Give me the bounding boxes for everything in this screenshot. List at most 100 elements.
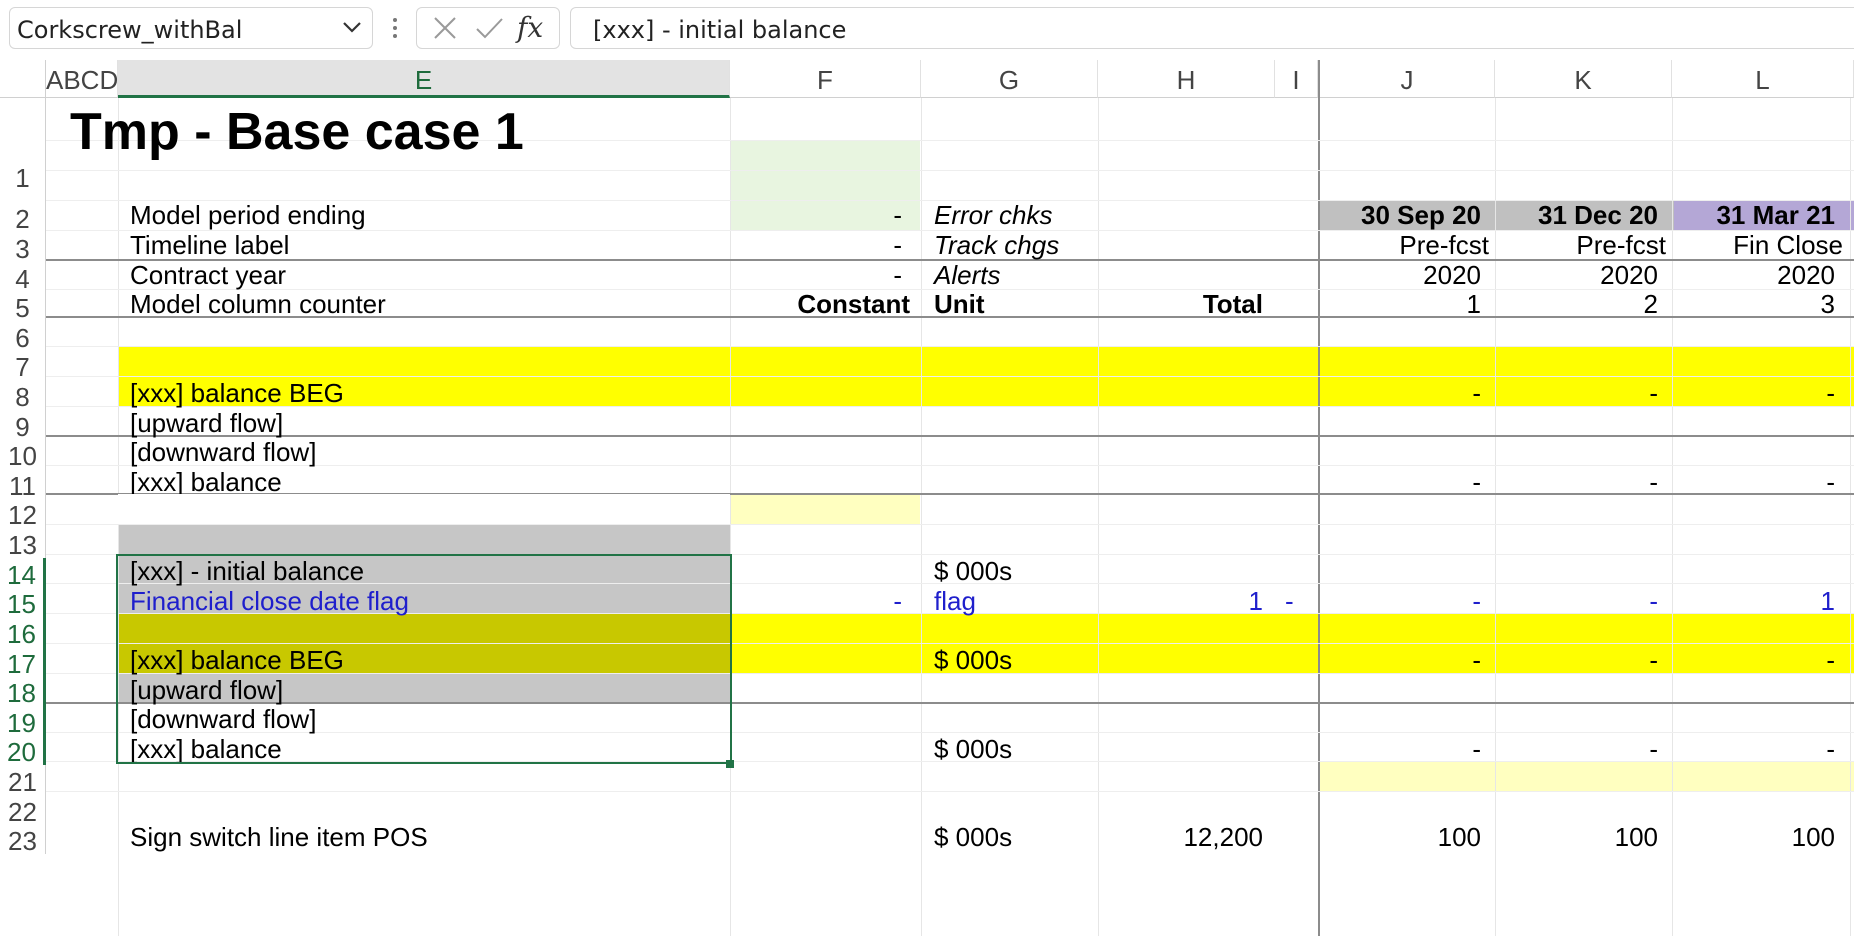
formula-bar: Corkscrew_withBal fx [xxx] - initial bal… [0,0,1854,60]
cell-j3[interactable]: Pre-fcst [1320,228,1489,262]
row-header[interactable]: 12 [0,498,46,530]
row-header[interactable]: 5 [0,291,46,323]
sheet-title[interactable]: Tmp - Base case 1 [70,102,524,162]
row-header[interactable]: 11 [0,469,46,501]
cell-l11[interactable]: - [1672,465,1835,499]
col-header-i[interactable]: I [1275,60,1318,98]
cell-g3[interactable]: Track chgs [934,228,1059,262]
col-header-k[interactable]: K [1495,60,1672,98]
cell-e10[interactable]: [downward flow] [130,435,316,469]
cell-k15[interactable]: - [1495,584,1658,618]
cell-e2[interactable]: Model period ending [130,198,366,232]
row-header[interactable]: 21 [0,765,46,797]
cell-e5[interactable]: Model column counter [130,287,386,321]
enter-check-icon[interactable] [469,8,509,48]
section-border [46,435,1854,437]
cell-l3[interactable]: Fin Close [1672,228,1843,262]
row-header[interactable]: 8 [0,380,46,412]
cell-h15[interactable]: 1 [1098,584,1263,618]
cell-g2[interactable]: Error chks [934,198,1052,232]
row-header[interactable]: 9 [0,410,46,442]
col-header-g[interactable]: G [921,60,1098,98]
cell-f15[interactable]: - [730,584,902,618]
cell-k20[interactable]: - [1495,732,1658,766]
gridline [1098,98,1099,936]
row-header[interactable]: 22 [0,795,46,827]
cell-e23[interactable]: Sign switch line item POS [130,820,428,854]
cell-j20[interactable]: - [1320,732,1481,766]
cell-l8[interactable]: - [1672,376,1835,410]
col-header-e[interactable]: E [118,60,730,98]
selection-range-border [116,554,732,764]
cell-j11[interactable]: - [1320,465,1481,499]
row-header[interactable]: 19 [0,706,46,738]
cell-h5[interactable]: Total [1098,287,1263,321]
cell-l15[interactable]: 1 [1672,584,1835,618]
col-header-j[interactable]: J [1320,60,1495,98]
cell-k5[interactable]: 2 [1495,287,1658,321]
row-header[interactable]: 18 [0,676,46,708]
cell-j8[interactable]: - [1320,376,1481,410]
cell-k8[interactable]: - [1495,376,1658,410]
name-box[interactable]: Corkscrew_withBal [9,7,373,49]
row-header[interactable]: 10 [0,439,46,471]
cell-g17[interactable]: $ 000s [934,643,1012,677]
col-header-h[interactable]: H [1098,60,1275,98]
formula-value: [xxx] - initial balance [593,16,847,44]
col-header-l[interactable]: L [1672,60,1854,98]
cell-g14[interactable]: $ 000s [934,554,1012,588]
cell-l20[interactable]: - [1672,732,1835,766]
cell-e3[interactable]: Timeline label [130,228,289,262]
cell-f3[interactable]: - [730,228,902,262]
more-options-icon[interactable] [388,12,402,44]
row-header[interactable]: 7 [0,350,46,382]
row-header[interactable]: 17 [0,647,46,679]
insert-function-icon[interactable]: fx [517,10,557,50]
row-header[interactable]: 6 [0,321,46,353]
cell-l5[interactable]: 3 [1672,287,1835,321]
cell-j23[interactable]: 100 [1320,820,1481,854]
active-cell-e14[interactable] [118,494,730,524]
cell-g20[interactable]: $ 000s [934,732,1012,766]
cell-g15[interactable]: flag [934,584,976,618]
cell-j2[interactable]: 30 Sep 20 [1320,198,1481,232]
cell-i15[interactable]: - [1285,584,1294,618]
row-header[interactable]: 3 [0,232,46,264]
spreadsheet-grid[interactable]: ABCD E F G H I J K L 1 2 3 4 5 6 7 8 9 1… [0,60,1854,936]
cell-k3[interactable]: Pre-fcst [1495,228,1666,262]
row-header[interactable]: 16 [0,617,46,649]
cell-l2[interactable]: 31 Mar 21 [1672,198,1835,232]
row-header[interactable]: 15 [0,587,46,619]
cell-f2[interactable]: - [730,198,902,232]
row-header[interactable]: 2 [0,202,46,234]
cell-j15[interactable]: - [1320,584,1481,618]
gridline [46,346,1854,347]
cell-g5[interactable]: Unit [934,287,985,321]
cell-k17[interactable]: - [1495,643,1658,677]
cell-l23[interactable]: 100 [1672,820,1835,854]
cell-l17[interactable]: - [1672,643,1835,677]
chevron-down-icon[interactable] [340,14,364,40]
row-header[interactable]: 23 [0,824,46,856]
cell-h23[interactable]: 12,200 [1098,820,1263,854]
cell-j5[interactable]: 1 [1320,287,1481,321]
cell-j17[interactable]: - [1320,643,1481,677]
cell-k11[interactable]: - [1495,465,1658,499]
input-cell-f14[interactable] [730,494,920,524]
row-header[interactable]: 20 [0,735,46,767]
row-header[interactable]: 4 [0,262,46,294]
col-header-abcd[interactable]: ABCD [46,60,118,98]
cancel-icon[interactable] [425,8,465,48]
cell-f5[interactable]: Constant [730,287,910,321]
cell-e8[interactable]: [xxx] balance BEG [130,376,344,410]
row-header[interactable]: 1 [0,98,46,202]
cell-k2[interactable]: 31 Dec 20 [1495,198,1658,232]
col-header-f[interactable]: F [730,60,921,98]
select-all-corner[interactable] [0,60,46,98]
row-header[interactable]: 14 [0,558,46,590]
cell-g23[interactable]: $ 000s [934,820,1012,854]
row-header[interactable]: 13 [0,528,46,560]
fill-handle[interactable] [726,760,734,768]
formula-input[interactable]: [xxx] - initial balance [570,7,1854,49]
cell-k23[interactable]: 100 [1495,820,1658,854]
